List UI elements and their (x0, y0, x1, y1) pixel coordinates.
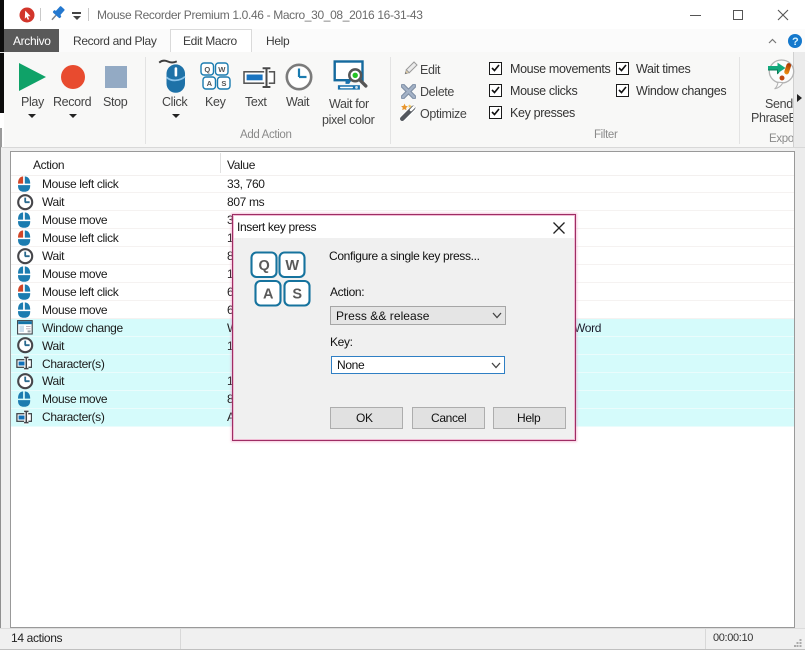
svg-text:W: W (218, 65, 226, 74)
svg-text:A: A (263, 287, 274, 303)
svg-text:A: A (207, 79, 213, 88)
svg-text:S: S (292, 287, 302, 303)
svg-text:W: W (285, 258, 299, 274)
svg-text:S: S (221, 79, 226, 88)
svg-text:Q: Q (259, 258, 270, 274)
svg-text:Q: Q (204, 65, 210, 74)
